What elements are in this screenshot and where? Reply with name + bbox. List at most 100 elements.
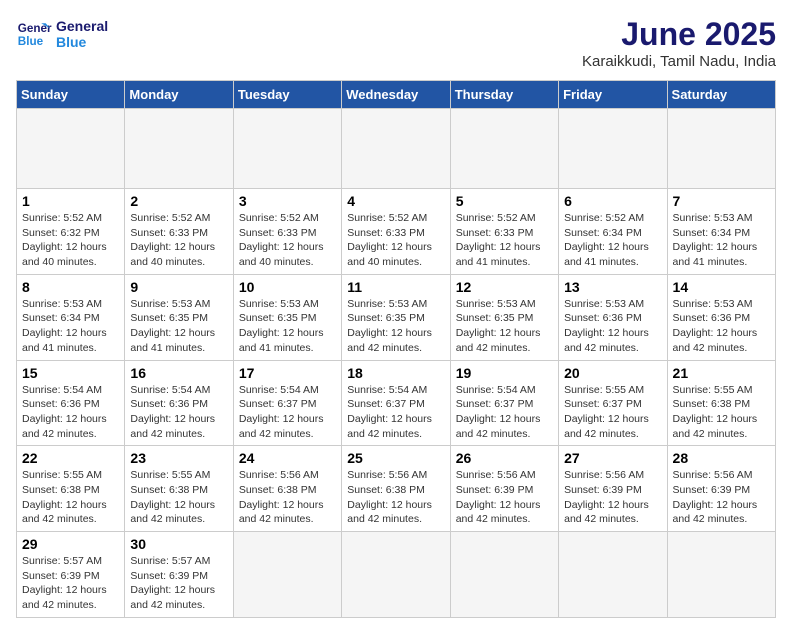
calendar-cell — [342, 109, 450, 189]
day-number: 6 — [564, 193, 661, 209]
day-number: 21 — [673, 365, 770, 381]
day-number: 14 — [673, 279, 770, 295]
day-info: Sunrise: 5:56 AM Sunset: 6:39 PM Dayligh… — [673, 468, 770, 527]
day-info: Sunrise: 5:55 AM Sunset: 6:38 PM Dayligh… — [673, 383, 770, 442]
calendar-cell: 11 Sunrise: 5:53 AM Sunset: 6:35 PM Dayli… — [342, 274, 450, 360]
day-info: Sunrise: 5:53 AM Sunset: 6:34 PM Dayligh… — [673, 211, 770, 270]
day-number: 25 — [347, 450, 444, 466]
calendar-cell — [233, 532, 341, 618]
day-info: Sunrise: 5:55 AM Sunset: 6:38 PM Dayligh… — [130, 468, 227, 527]
weekday-header-friday: Friday — [559, 81, 667, 109]
calendar-cell — [450, 532, 558, 618]
calendar-cell: 2Sunrise: 5:52 AM Sunset: 6:33 PM Daylig… — [125, 189, 233, 275]
calendar-cell: 27 Sunrise: 5:56 AM Sunset: 6:39 PM Dayli… — [559, 446, 667, 532]
day-number: 12 — [456, 279, 553, 295]
day-number: 29 — [22, 536, 119, 552]
week-row-3: 8Sunrise: 5:53 AM Sunset: 6:34 PM Daylig… — [17, 274, 776, 360]
day-number: 19 — [456, 365, 553, 381]
day-info: Sunrise: 5:53 AM Sunset: 6:35 PM Dayligh… — [347, 297, 444, 356]
svg-text:Blue: Blue — [18, 35, 44, 48]
calendar-cell — [17, 109, 125, 189]
weekday-header-sunday: Sunday — [17, 81, 125, 109]
calendar-cell: 19 Sunrise: 5:54 AM Sunset: 6:37 PM Dayli… — [450, 360, 558, 446]
calendar-table: SundayMondayTuesdayWednesdayThursdayFrid… — [16, 80, 776, 618]
calendar-cell — [450, 109, 558, 189]
weekday-header-row: SundayMondayTuesdayWednesdayThursdayFrid… — [17, 81, 776, 109]
day-number: 18 — [347, 365, 444, 381]
calendar-cell — [667, 109, 775, 189]
calendar-cell: 23 Sunrise: 5:55 AM Sunset: 6:38 PM Dayli… — [125, 446, 233, 532]
day-info: Sunrise: 5:53 AM Sunset: 6:35 PM Dayligh… — [239, 297, 336, 356]
day-number: 4 — [347, 193, 444, 209]
day-number: 24 — [239, 450, 336, 466]
calendar-cell: 18 Sunrise: 5:54 AM Sunset: 6:37 PM Dayli… — [342, 360, 450, 446]
day-number: 23 — [130, 450, 227, 466]
day-info: Sunrise: 5:56 AM Sunset: 6:38 PM Dayligh… — [347, 468, 444, 527]
calendar-cell: 5 Sunrise: 5:52 AM Sunset: 6:33 PM Daylig… — [450, 189, 558, 275]
weekday-header-thursday: Thursday — [450, 81, 558, 109]
svg-text:General: General — [18, 22, 52, 35]
day-info: Sunrise: 5:53 AM Sunset: 6:35 PM Dayligh… — [456, 297, 553, 356]
day-info: Sunrise: 5:54 AM Sunset: 6:37 PM Dayligh… — [347, 383, 444, 442]
week-row-4: 15 Sunrise: 5:54 AM Sunset: 6:36 PM Dayli… — [17, 360, 776, 446]
calendar-cell: 15 Sunrise: 5:54 AM Sunset: 6:36 PM Dayli… — [17, 360, 125, 446]
day-info: Sunrise: 5:54 AM Sunset: 6:37 PM Dayligh… — [239, 383, 336, 442]
month-title: June 2025 — [582, 16, 776, 53]
day-number: 27 — [564, 450, 661, 466]
day-info: Sunrise: 5:52 AM Sunset: 6:34 PM Dayligh… — [564, 211, 661, 270]
calendar-cell: 25 Sunrise: 5:56 AM Sunset: 6:38 PM Dayli… — [342, 446, 450, 532]
weekday-header-wednesday: Wednesday — [342, 81, 450, 109]
day-info: Sunrise: 5:57 AM Sunset: 6:39 PM Dayligh… — [22, 554, 119, 613]
day-number: 11 — [347, 279, 444, 295]
calendar-cell: 7 Sunrise: 5:53 AM Sunset: 6:34 PM Daylig… — [667, 189, 775, 275]
logo-line1: General — [56, 18, 108, 34]
calendar-cell: 12 Sunrise: 5:53 AM Sunset: 6:35 PM Dayli… — [450, 274, 558, 360]
day-info: Sunrise: 5:55 AM Sunset: 6:38 PM Dayligh… — [22, 468, 119, 527]
day-number: 15 — [22, 365, 119, 381]
calendar-cell: 14 Sunrise: 5:53 AM Sunset: 6:36 PM Dayli… — [667, 274, 775, 360]
calendar-cell: 10 Sunrise: 5:53 AM Sunset: 6:35 PM Dayli… — [233, 274, 341, 360]
calendar-cell: 6 Sunrise: 5:52 AM Sunset: 6:34 PM Daylig… — [559, 189, 667, 275]
calendar-cell: 4Sunrise: 5:52 AM Sunset: 6:33 PM Daylig… — [342, 189, 450, 275]
day-info: Sunrise: 5:53 AM Sunset: 6:36 PM Dayligh… — [564, 297, 661, 356]
day-number: 9 — [130, 279, 227, 295]
day-number: 28 — [673, 450, 770, 466]
header: General Blue General Blue June 2025 Kara… — [16, 16, 776, 70]
day-number: 1 — [22, 193, 119, 209]
week-row-2: 1Sunrise: 5:52 AM Sunset: 6:32 PM Daylig… — [17, 189, 776, 275]
calendar-cell — [667, 532, 775, 618]
day-info: Sunrise: 5:57 AM Sunset: 6:39 PM Dayligh… — [130, 554, 227, 613]
calendar-cell — [559, 109, 667, 189]
day-info: Sunrise: 5:54 AM Sunset: 6:36 PM Dayligh… — [22, 383, 119, 442]
calendar-cell: 16Sunrise: 5:54 AM Sunset: 6:36 PM Dayli… — [125, 360, 233, 446]
day-number: 10 — [239, 279, 336, 295]
title-area: June 2025 Karaikkudi, Tamil Nadu, India — [582, 16, 776, 70]
weekday-header-tuesday: Tuesday — [233, 81, 341, 109]
logo: General Blue General Blue — [16, 16, 108, 52]
week-row-6: 29 Sunrise: 5:57 AM Sunset: 6:39 PM Dayli… — [17, 532, 776, 618]
subtitle: Karaikkudi, Tamil Nadu, India — [582, 53, 776, 70]
day-number: 30 — [130, 536, 227, 552]
day-number: 7 — [673, 193, 770, 209]
logo-icon: General Blue — [16, 16, 52, 52]
calendar-cell: 22 Sunrise: 5:55 AM Sunset: 6:38 PM Dayli… — [17, 446, 125, 532]
calendar-cell: 29 Sunrise: 5:57 AM Sunset: 6:39 PM Dayli… — [17, 532, 125, 618]
day-number: 13 — [564, 279, 661, 295]
week-row-1 — [17, 109, 776, 189]
day-number: 22 — [22, 450, 119, 466]
calendar-cell: 3Sunrise: 5:52 AM Sunset: 6:33 PM Daylig… — [233, 189, 341, 275]
calendar-cell: 30 Sunrise: 5:57 AM Sunset: 6:39 PM Dayli… — [125, 532, 233, 618]
calendar-cell: 20Sunrise: 5:55 AM Sunset: 6:37 PM Dayli… — [559, 360, 667, 446]
day-info: Sunrise: 5:56 AM Sunset: 6:38 PM Dayligh… — [239, 468, 336, 527]
weekday-header-saturday: Saturday — [667, 81, 775, 109]
week-row-5: 22 Sunrise: 5:55 AM Sunset: 6:38 PM Dayli… — [17, 446, 776, 532]
day-info: Sunrise: 5:53 AM Sunset: 6:35 PM Dayligh… — [130, 297, 227, 356]
day-info: Sunrise: 5:54 AM Sunset: 6:37 PM Dayligh… — [456, 383, 553, 442]
day-info: Sunrise: 5:56 AM Sunset: 6:39 PM Dayligh… — [564, 468, 661, 527]
day-number: 5 — [456, 193, 553, 209]
calendar-cell: 13 Sunrise: 5:53 AM Sunset: 6:36 PM Dayli… — [559, 274, 667, 360]
day-info: Sunrise: 5:52 AM Sunset: 6:33 PM Dayligh… — [456, 211, 553, 270]
day-info: Sunrise: 5:56 AM Sunset: 6:39 PM Dayligh… — [456, 468, 553, 527]
day-info: Sunrise: 5:53 AM Sunset: 6:36 PM Dayligh… — [673, 297, 770, 356]
calendar-cell: 1Sunrise: 5:52 AM Sunset: 6:32 PM Daylig… — [17, 189, 125, 275]
